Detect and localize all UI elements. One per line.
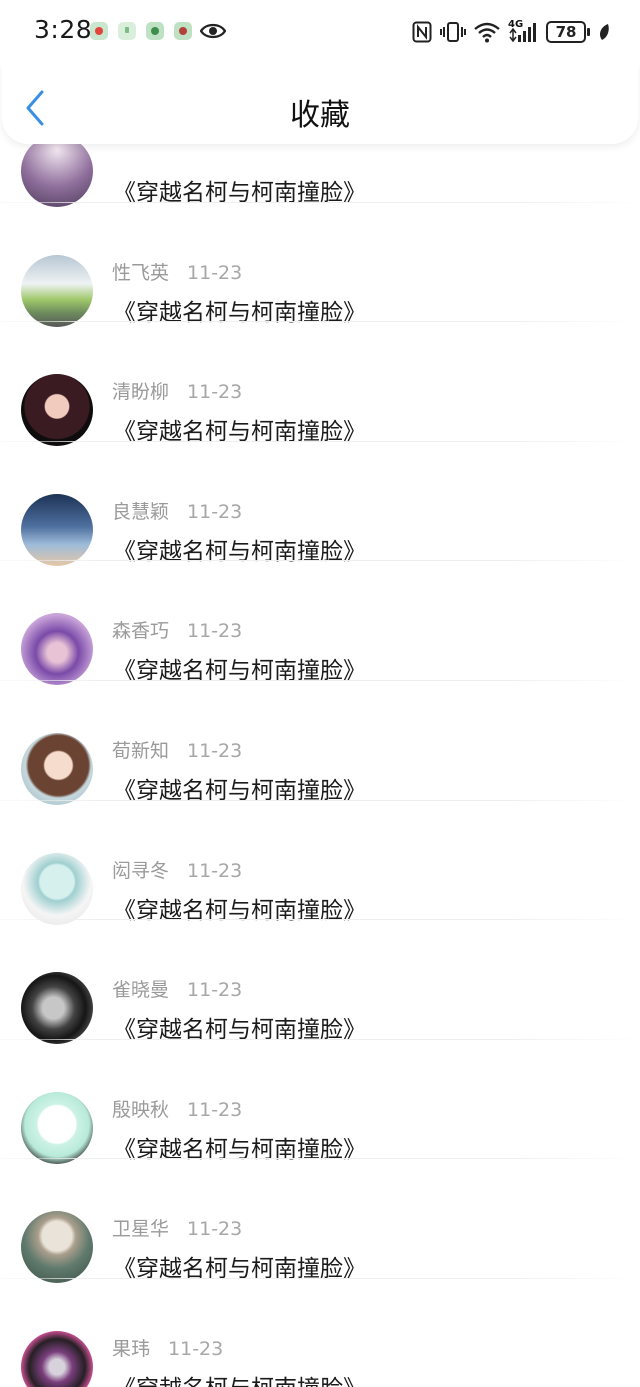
user-name: 闳寻冬 xyxy=(112,859,170,882)
favorite-item[interactable]: 荀新知 11-23 《穿越名柯与柯南撞脸》 xyxy=(0,681,640,805)
user-name: 卫星华 xyxy=(112,1218,170,1241)
favorite-item[interactable]: 果玮 11-23 《穿越名柯与柯南撞脸》 xyxy=(0,1279,640,1387)
user-name: 森香巧 xyxy=(112,620,170,643)
leaf-icon xyxy=(600,24,609,40)
favorite-date: 11-23 xyxy=(187,500,243,523)
favorite-item[interactable]: 性飞英 11-23 《穿越名柯与柯南撞脸》 xyxy=(0,203,640,327)
favorite-item[interactable]: 良慧颖 11-23 《穿越名柯与柯南撞脸》 xyxy=(0,442,640,566)
favorites-list: 《穿越名柯与柯南撞脸》 性飞英 11-23 《穿越名柯与柯南撞脸》 清盼柳 11-2… xyxy=(0,83,640,1387)
favorite-item[interactable]: 殷映秋 11-23 《穿越名柯与柯南撞脸》 xyxy=(0,1040,640,1164)
wifi-icon xyxy=(474,22,500,43)
favorite-item[interactable]: 清盼柳 11-23 《穿越名柯与柯南撞脸》 xyxy=(0,322,640,447)
status-icons: 4G 78 xyxy=(412,18,610,46)
avatar[interactable] xyxy=(21,852,93,925)
network-type-label: 4G xyxy=(508,19,524,30)
favorite-date: 11-23 xyxy=(187,620,243,643)
favorite-date: 11-23 xyxy=(187,1098,243,1121)
favorite-date: 11-23 xyxy=(187,261,243,284)
favorite-date: 11-23 xyxy=(187,1218,243,1241)
avatar[interactable] xyxy=(21,1091,93,1164)
favorite-item[interactable]: 雀晓曼 11-23 《穿越名柯与柯南撞脸》 xyxy=(0,920,640,1045)
favorite-date: 11-23 xyxy=(168,1337,224,1360)
pause-notification-icon xyxy=(118,22,136,40)
user-name: 雀晓曼 xyxy=(112,979,170,1002)
cellular-signal-icon: 4G xyxy=(508,19,538,43)
favorite-item[interactable]: 卫星华 11-23 《穿越名柯与柯南撞脸》 xyxy=(0,1159,640,1284)
status-time: 3:28 xyxy=(34,15,93,44)
vibrate-icon xyxy=(440,22,466,42)
user-name: 性飞英 xyxy=(112,261,170,284)
favorite-item[interactable]: 闳寻冬 11-23 《穿越名柯与柯南撞脸》 xyxy=(0,801,640,925)
avatar[interactable] xyxy=(21,254,93,327)
user-name: 殷映秋 xyxy=(112,1098,170,1121)
user-name: 果玮 xyxy=(112,1337,151,1360)
status-bar: 3:28 4G 78 xyxy=(0,0,640,64)
avatar[interactable] xyxy=(21,613,93,686)
avatar[interactable] xyxy=(21,972,93,1045)
avatar[interactable] xyxy=(21,1211,93,1284)
user-name: 清盼柳 xyxy=(112,381,170,404)
screen-record-icon xyxy=(90,22,108,40)
favorite-date: 11-23 xyxy=(187,381,243,404)
avatar[interactable] xyxy=(21,135,93,207)
favorite-date: 11-23 xyxy=(187,739,243,762)
media-app-icon xyxy=(174,22,192,40)
avatar[interactable] xyxy=(21,1330,93,1387)
nfc-icon xyxy=(412,21,432,43)
user-name: 良慧颖 xyxy=(112,500,170,523)
user-name: 荀新知 xyxy=(112,739,170,762)
eye-icon xyxy=(200,23,226,39)
navigation-bar: 收藏 xyxy=(2,64,638,144)
book-title[interactable]: 《穿越名柯与柯南撞脸》 xyxy=(113,1369,366,1387)
avatar[interactable] xyxy=(21,374,93,447)
music-app-icon xyxy=(146,22,164,40)
avatar[interactable] xyxy=(21,732,93,805)
favorite-item[interactable]: 森香巧 11-23 《穿越名柯与柯南撞脸》 xyxy=(0,561,640,686)
favorite-date: 11-23 xyxy=(187,979,243,1002)
page-title: 收藏 xyxy=(290,98,350,133)
battery-icon: 78 xyxy=(546,21,590,43)
favorite-date: 11-23 xyxy=(187,859,243,882)
avatar[interactable] xyxy=(21,493,93,566)
